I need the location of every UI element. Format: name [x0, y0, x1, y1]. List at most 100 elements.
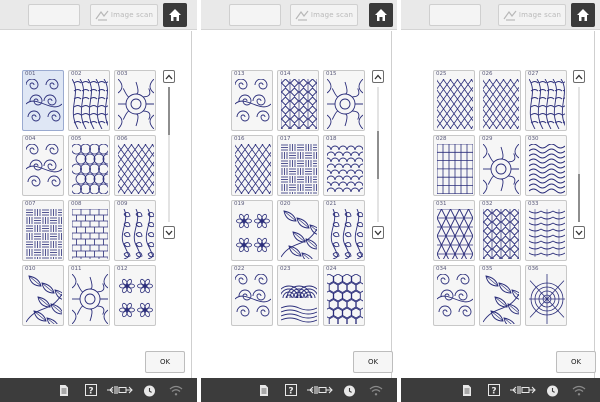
image-scan-icon: [503, 10, 517, 21]
scroll-down-button[interactable]: [163, 226, 175, 239]
chevron-down-icon: [374, 230, 382, 235]
pattern-tile[interactable]: 007: [22, 200, 64, 261]
pattern-tile[interactable]: 017: [277, 135, 319, 196]
help-icon[interactable]: ?: [488, 383, 500, 397]
pattern-tile[interactable]: 009: [114, 200, 156, 261]
image-scan-button[interactable]: Image scan: [498, 4, 566, 26]
pattern-number: 001: [25, 71, 36, 77]
pattern-tile[interactable]: 023: [277, 265, 319, 326]
document-icon[interactable]: [59, 383, 69, 397]
pattern-preview: [72, 144, 108, 194]
thread-tension-icon[interactable]: [107, 383, 133, 397]
pattern-number: 016: [234, 136, 245, 142]
scroll-down-button[interactable]: [372, 226, 384, 239]
pattern-preview: [330, 209, 363, 259]
scroll-up-button[interactable]: [372, 70, 384, 83]
home-button[interactable]: [571, 3, 595, 27]
pattern-tile[interactable]: 025: [433, 70, 475, 131]
home-button[interactable]: [369, 3, 393, 27]
pattern-tile[interactable]: 031: [433, 200, 475, 261]
pattern-tile[interactable]: 033: [525, 200, 567, 261]
pattern-tile[interactable]: 006: [114, 135, 156, 196]
pattern-number: 011: [71, 266, 82, 272]
clock-icon[interactable]: [143, 383, 156, 397]
pattern-tile[interactable]: 027: [525, 70, 567, 131]
pattern-tile[interactable]: 030: [525, 135, 567, 196]
help-icon[interactable]: ?: [85, 383, 97, 397]
pattern-preview: [327, 274, 363, 324]
scroll-up-button[interactable]: [163, 70, 175, 83]
image-scan-button[interactable]: Image scan: [90, 4, 158, 26]
wifi-icon[interactable]: [572, 383, 586, 397]
pattern-tile[interactable]: 020: [277, 200, 319, 261]
scroll-thumb[interactable]: [168, 87, 170, 135]
scroll-up-button[interactable]: [573, 70, 585, 83]
document-icon[interactable]: [259, 383, 269, 397]
thread-tension-icon[interactable]: [307, 383, 333, 397]
clock-icon[interactable]: [343, 383, 356, 397]
pattern-tile[interactable]: 008: [68, 200, 110, 261]
pattern-number: 020: [280, 201, 291, 207]
image-scan-button[interactable]: Image scan: [290, 4, 358, 26]
scroll-thumb[interactable]: [377, 130, 379, 179]
pattern-tile[interactable]: 001: [22, 70, 64, 131]
pattern-preview: [26, 209, 62, 259]
svg-text:?: ?: [288, 387, 293, 397]
pattern-number: 010: [25, 266, 36, 272]
pattern-preview: [119, 278, 153, 318]
scroll-thumb[interactable]: [578, 174, 580, 222]
pattern-tile[interactable]: 034: [433, 265, 475, 326]
pattern-tile[interactable]: 003: [114, 70, 156, 131]
pattern-tile[interactable]: 012: [114, 265, 156, 326]
pattern-number: 031: [436, 201, 447, 207]
pattern-tile[interactable]: 026: [479, 70, 521, 131]
pattern-tile[interactable]: 019: [231, 200, 273, 261]
pattern-tile[interactable]: 005: [68, 135, 110, 196]
pattern-selection-panel: Image scan 025 026 027 028 029 030 031 032 033 034…: [401, 0, 600, 402]
thread-tension-icon[interactable]: [510, 383, 536, 397]
pattern-tile[interactable]: 010: [22, 265, 64, 326]
pattern-tile[interactable]: 013: [231, 70, 273, 131]
pattern-preview: [437, 274, 473, 317]
pattern-tile[interactable]: 002: [68, 70, 110, 131]
pattern-preview: [483, 275, 519, 324]
ok-button[interactable]: OK: [353, 351, 393, 373]
wifi-icon[interactable]: [169, 383, 183, 397]
chevron-up-icon: [374, 74, 382, 79]
pattern-tile[interactable]: 011: [68, 265, 110, 326]
pattern-number: 026: [482, 71, 493, 77]
clock-icon[interactable]: [546, 383, 559, 397]
svg-text:?: ?: [88, 387, 93, 397]
pattern-preview: [121, 209, 154, 259]
panel-divider: [197, 0, 201, 402]
pattern-tile[interactable]: 035: [479, 265, 521, 326]
panel-border: [594, 31, 595, 378]
pattern-number: 028: [436, 136, 447, 142]
pattern-tile[interactable]: 029: [479, 135, 521, 196]
pattern-tile[interactable]: 021: [323, 200, 365, 261]
pattern-selection-panel: Image scan 013 014 015 016 017 018 019 020 021 022…: [201, 0, 397, 402]
pattern-tile[interactable]: 016: [231, 135, 273, 196]
pattern-number: 021: [326, 201, 337, 207]
pattern-tile[interactable]: 022: [231, 265, 273, 326]
image-scan-label: Image scan: [310, 11, 354, 19]
pattern-tile[interactable]: 024: [323, 265, 365, 326]
pattern-tile[interactable]: 028: [433, 135, 475, 196]
pattern-number: 007: [25, 201, 36, 207]
help-icon[interactable]: ?: [285, 383, 297, 397]
document-icon[interactable]: [462, 383, 472, 397]
pattern-preview: [235, 79, 271, 122]
pattern-preview: [483, 209, 519, 259]
pattern-tile[interactable]: 032: [479, 200, 521, 261]
pattern-tile[interactable]: 014: [277, 70, 319, 131]
wifi-icon[interactable]: [369, 383, 383, 397]
pattern-tile[interactable]: 015: [323, 70, 365, 131]
ok-button[interactable]: OK: [556, 351, 596, 373]
pattern-tile[interactable]: 036: [525, 265, 567, 326]
pattern-preview: [281, 210, 317, 259]
scroll-down-button[interactable]: [573, 226, 585, 239]
ok-button[interactable]: OK: [145, 351, 185, 373]
home-button[interactable]: [163, 3, 187, 27]
pattern-tile[interactable]: 018: [323, 135, 365, 196]
pattern-tile[interactable]: 004: [22, 135, 64, 196]
